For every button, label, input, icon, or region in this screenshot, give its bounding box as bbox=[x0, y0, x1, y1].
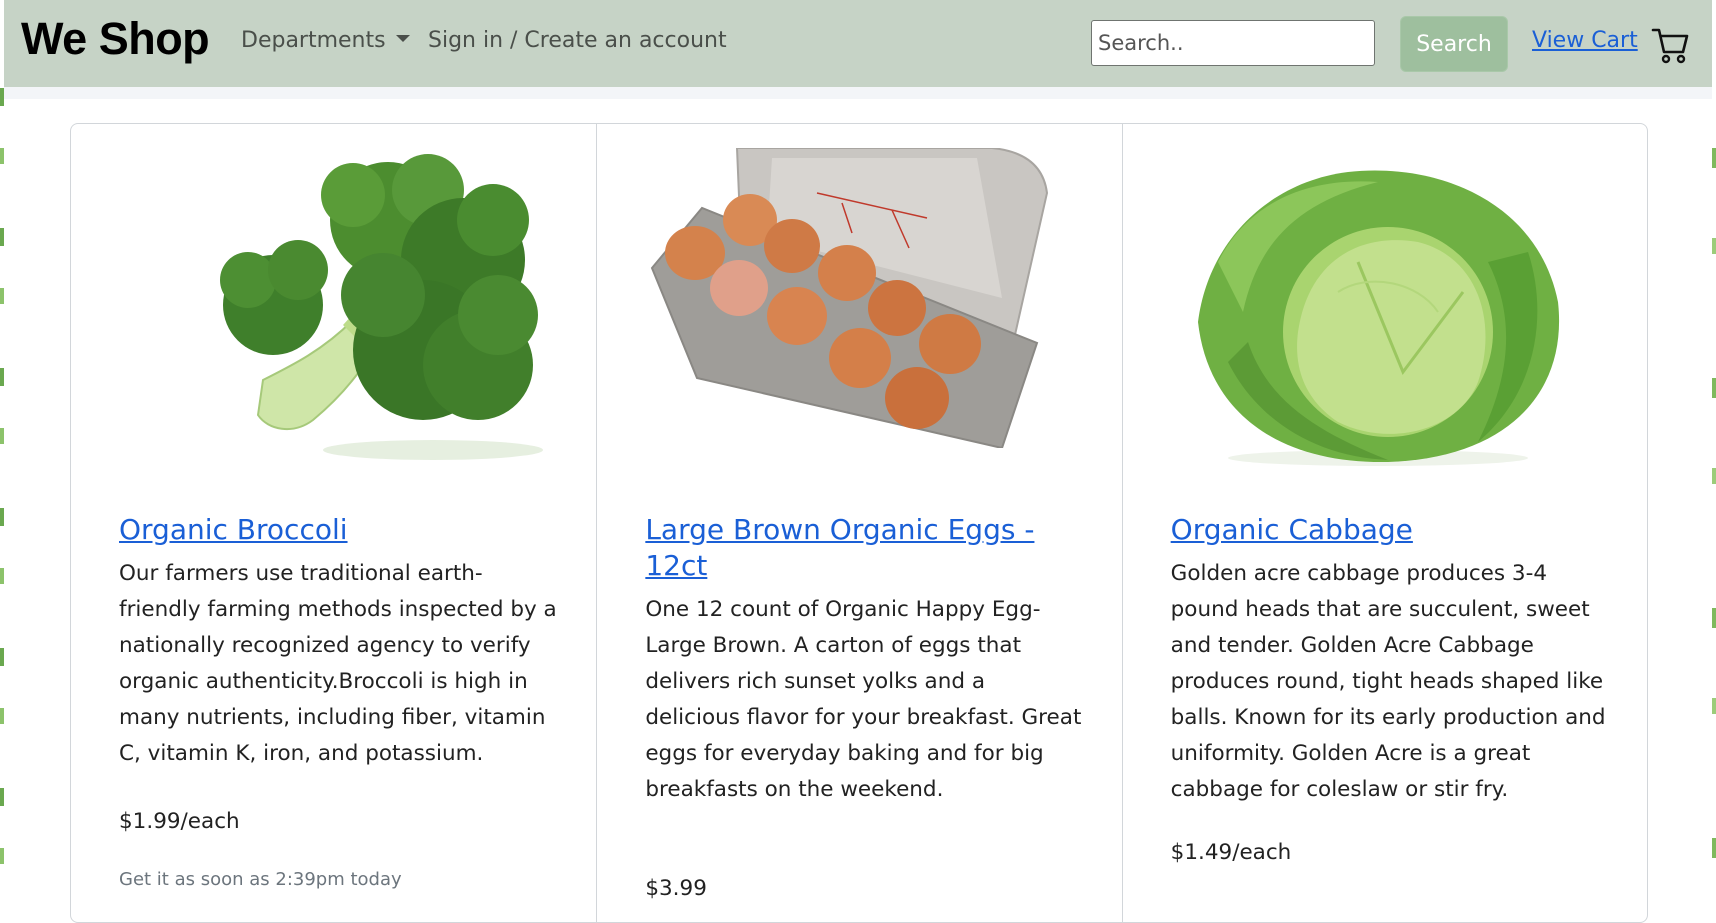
product-description: Our farmers use traditional earth-friend… bbox=[119, 561, 557, 766]
product-card: Large Brown Organic Eggs - 12ct One 12 c… bbox=[596, 124, 1121, 922]
broccoli-image[interactable] bbox=[203, 150, 551, 466]
search-input[interactable] bbox=[1091, 20, 1375, 66]
product-price: $1.49/each bbox=[1170, 840, 1292, 865]
product-title-link[interactable]: Organic Cabbage bbox=[1171, 512, 1601, 548]
departments-dropdown[interactable]: Departments bbox=[241, 30, 410, 52]
product-card-group: Organic Broccoli Our farmers use traditi… bbox=[70, 123, 1648, 923]
view-cart-link[interactable]: View Cart bbox=[1532, 28, 1638, 53]
product-description: One 12 count of Organic Happy Egg- Large… bbox=[645, 597, 1082, 802]
background-edge-right bbox=[1712, 88, 1716, 883]
product-description: Golden acre cabbage produces 3-4 pound h… bbox=[1170, 561, 1606, 802]
chevron-down-icon bbox=[395, 35, 410, 42]
egg-carton-image[interactable] bbox=[647, 148, 1068, 448]
signin-link[interactable]: Sign in / Create an account bbox=[428, 30, 727, 52]
product-price: $3.99 bbox=[645, 876, 707, 901]
top-navbar: We Shop Departments Sign in / Create an … bbox=[4, 0, 1712, 87]
product-price: $1.99/each bbox=[119, 809, 240, 834]
nav-shadow-strip bbox=[4, 87, 1712, 99]
shopping-cart-icon[interactable] bbox=[1651, 24, 1689, 64]
search-button[interactable]: Search bbox=[1400, 16, 1508, 72]
cabbage-image[interactable] bbox=[1187, 162, 1568, 468]
departments-label: Departments bbox=[241, 28, 386, 53]
background-edge-left bbox=[0, 88, 4, 883]
product-title-link[interactable]: Large Brown Organic Eggs - 12ct bbox=[645, 512, 1075, 584]
product-card: Organic Broccoli Our farmers use traditi… bbox=[71, 124, 596, 922]
product-title-link[interactable]: Organic Broccoli bbox=[119, 512, 549, 548]
delivery-estimate: Get it as soon as 2:39pm today bbox=[119, 869, 402, 890]
product-card: Organic Cabbage Golden acre cabbage prod… bbox=[1121, 124, 1647, 922]
brand-logo[interactable]: We Shop bbox=[21, 16, 210, 61]
